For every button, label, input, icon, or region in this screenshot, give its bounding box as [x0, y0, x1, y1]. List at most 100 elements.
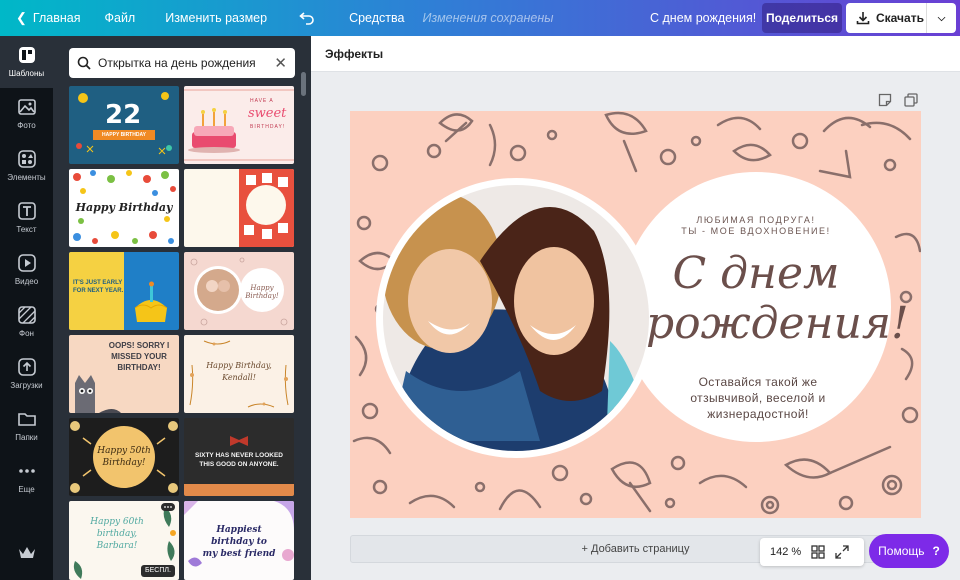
rail-label: Еще — [18, 485, 35, 494]
editor-toolbar: Эффекты — [311, 36, 960, 72]
rail-label: Папки — [15, 433, 38, 442]
upload-icon — [17, 358, 36, 376]
fullscreen-icon[interactable] — [835, 545, 849, 559]
folder-icon — [17, 413, 36, 426]
zoom-controls: 142 % — [760, 538, 864, 566]
thumb-text: HAPPY BIRTHDAY — [102, 132, 146, 138]
notes-icon[interactable] — [878, 93, 892, 112]
greeting-body: Оставайся такой же отзывчивой, веселой и… — [670, 374, 846, 422]
download-button-group: Скачать ⌵ — [846, 3, 956, 33]
zoom-level[interactable]: 142 % — [770, 546, 801, 558]
download-icon — [856, 12, 870, 25]
template-thumb[interactable]: 22 HAPPY BIRTHDAY — [69, 86, 179, 164]
design-canvas[interactable]: ЛЮБИМАЯ ПОДРУГА! ТЫ - МОЕ ВДОХНОВЕНИЕ! С… — [350, 111, 921, 518]
rail-label: Шаблоны — [8, 69, 45, 78]
panel-scrollbar[interactable] — [301, 72, 306, 96]
rail-item-video[interactable]: Видео — [0, 244, 53, 296]
file-menu[interactable]: Файл — [90, 0, 149, 36]
rail-item-more[interactable]: Еще — [0, 452, 53, 504]
clear-search-icon[interactable]: ✕ — [274, 54, 287, 72]
template-thumb[interactable]: Happiest birthday to my best friend — [184, 501, 294, 580]
thumb-text: OOPS! SORRY I — [108, 341, 170, 350]
rail-item-text[interactable]: Текст — [0, 192, 53, 244]
thumb-text: Happiest — [216, 525, 262, 535]
grid-view-icon[interactable] — [811, 545, 825, 559]
thumb-text: BIRTHDAY! — [250, 124, 286, 130]
thumb-text: FOR NEXT YEAR. — [73, 288, 124, 294]
greeting-title-line: рождения! — [646, 298, 909, 349]
template-thumb[interactable]: Happy Birthday, Kendall! — [184, 335, 294, 413]
document-title[interactable]: С днем рождения! — [640, 0, 766, 36]
home-button[interactable]: ❮ Главная — [0, 0, 90, 36]
duplicate-page-icon[interactable] — [904, 93, 918, 112]
home-label: Главная — [32, 11, 81, 25]
share-button[interactable]: Поделиться — [762, 3, 842, 33]
thumb-text: Happy 50th — [97, 446, 151, 456]
side-rail: Шаблоны Фото Элементы Текст Видео Фон За… — [0, 36, 53, 580]
template-thumb[interactable]: Happy Birthday — [69, 169, 179, 247]
rail-item-elements[interactable]: Элементы — [0, 140, 53, 192]
chevron-down-icon: ⌵ — [937, 12, 946, 24]
rail-item-folders[interactable]: Папки — [0, 400, 53, 452]
search-input[interactable] — [98, 56, 268, 70]
template-thumb[interactable]: Happy Birthday! — [184, 252, 294, 330]
rail-label: Загрузки — [10, 381, 43, 390]
thumb-text: Birthday! — [102, 458, 146, 468]
crown-icon[interactable] — [18, 546, 36, 565]
tools-menu[interactable]: Средства — [331, 0, 412, 36]
thumb-text: SIXTY HAS NEVER LOOKED — [194, 452, 283, 459]
greeting-subtitle-line: ЛЮБИМАЯ ПОДРУГА! — [696, 215, 816, 225]
template-thumb[interactable] — [184, 169, 294, 247]
search-bar: ✕ — [69, 48, 295, 78]
download-options-button[interactable]: ⌵ — [926, 3, 956, 33]
download-label: Скачать — [876, 11, 924, 25]
more-icon — [18, 469, 35, 473]
thumb-text: Happy Birthday! — [245, 284, 279, 300]
thumb-text: HAVE A — [250, 98, 274, 104]
greeting-body-line: Оставайся такой же — [698, 375, 818, 389]
greeting-subtitle-line: ТЫ - МОЕ ВДОХНОВЕНИЕ! — [681, 226, 831, 236]
thumb-text: birthday to — [211, 537, 267, 547]
undo-button[interactable] — [283, 0, 331, 36]
thumb-text: my best friend — [202, 549, 276, 559]
thumb-text: Happy 60th — [90, 517, 144, 527]
templates-panel: ✕ 22 HAPPY BIRTHDAY HAVE A swee — [53, 36, 311, 580]
template-thumb[interactable]: Happy 50th Birthday! — [69, 418, 179, 496]
thumb-text: IT'S JUST EARLY — [73, 280, 123, 286]
template-thumb[interactable]: OOPS! SORRY I MISSED YOUR BIRTHDAY! — [69, 335, 179, 413]
rail-item-background[interactable]: Фон — [0, 296, 53, 348]
template-thumb[interactable]: Happy 60th birthday, Barbara! БЕСПЛ. — [69, 501, 179, 580]
rail-label: Фото — [17, 121, 36, 130]
elements-icon — [17, 150, 36, 168]
resize-button[interactable]: Изменить размер — [149, 0, 283, 36]
video-icon — [17, 254, 36, 272]
template-thumb[interactable]: SIXTY HAS NEVER LOOKED THIS GOOD ON ANYO… — [184, 418, 294, 496]
template-thumb[interactable]: HAVE A sweet BIRTHDAY! — [184, 86, 294, 164]
thumb-text: Barbara! — [96, 541, 138, 551]
thumb-text: BIRTHDAY! — [117, 363, 161, 372]
templates-icon — [18, 47, 35, 63]
rail-label: Фон — [19, 329, 34, 338]
thumb-text: THIS GOOD ON ANYONE. — [199, 461, 279, 468]
effects-button[interactable]: Эффекты — [325, 47, 383, 61]
rail-item-templates[interactable]: Шаблоны — [0, 36, 53, 88]
help-label: Помощь — [878, 544, 925, 558]
thumb-text: MISSED YOUR — [111, 352, 167, 361]
background-icon — [17, 306, 36, 324]
rail-item-photos[interactable]: Фото — [0, 88, 53, 140]
template-grid: 22 HAPPY BIRTHDAY HAVE A sweet BIRTHDAY! — [69, 86, 295, 580]
photo-icon — [17, 99, 36, 115]
rail-item-uploads[interactable]: Загрузки — [0, 348, 53, 400]
question-icon: ? — [932, 544, 940, 558]
greeting-body-line: отзывчивой, веселой и — [690, 391, 826, 405]
greeting-body-line: жизнерадостной! — [707, 407, 809, 421]
help-button[interactable]: Помощь ? — [869, 534, 949, 568]
download-button[interactable]: Скачать — [846, 3, 926, 33]
thumb-number: 22 — [105, 100, 142, 130]
undo-icon — [299, 12, 314, 25]
rail-label: Текст — [16, 225, 37, 234]
template-thumb[interactable]: IT'S JUST EARLY FOR NEXT YEAR. — [69, 252, 179, 330]
top-bar: ❮ Главная Файл Изменить размер Средства … — [0, 0, 960, 36]
greeting-subtitle: ЛЮБИМАЯ ПОДРУГА! ТЫ - МОЕ ВДОХНОВЕНИЕ! — [666, 215, 846, 237]
thumb-text: Happy Birthday, — [206, 361, 272, 370]
